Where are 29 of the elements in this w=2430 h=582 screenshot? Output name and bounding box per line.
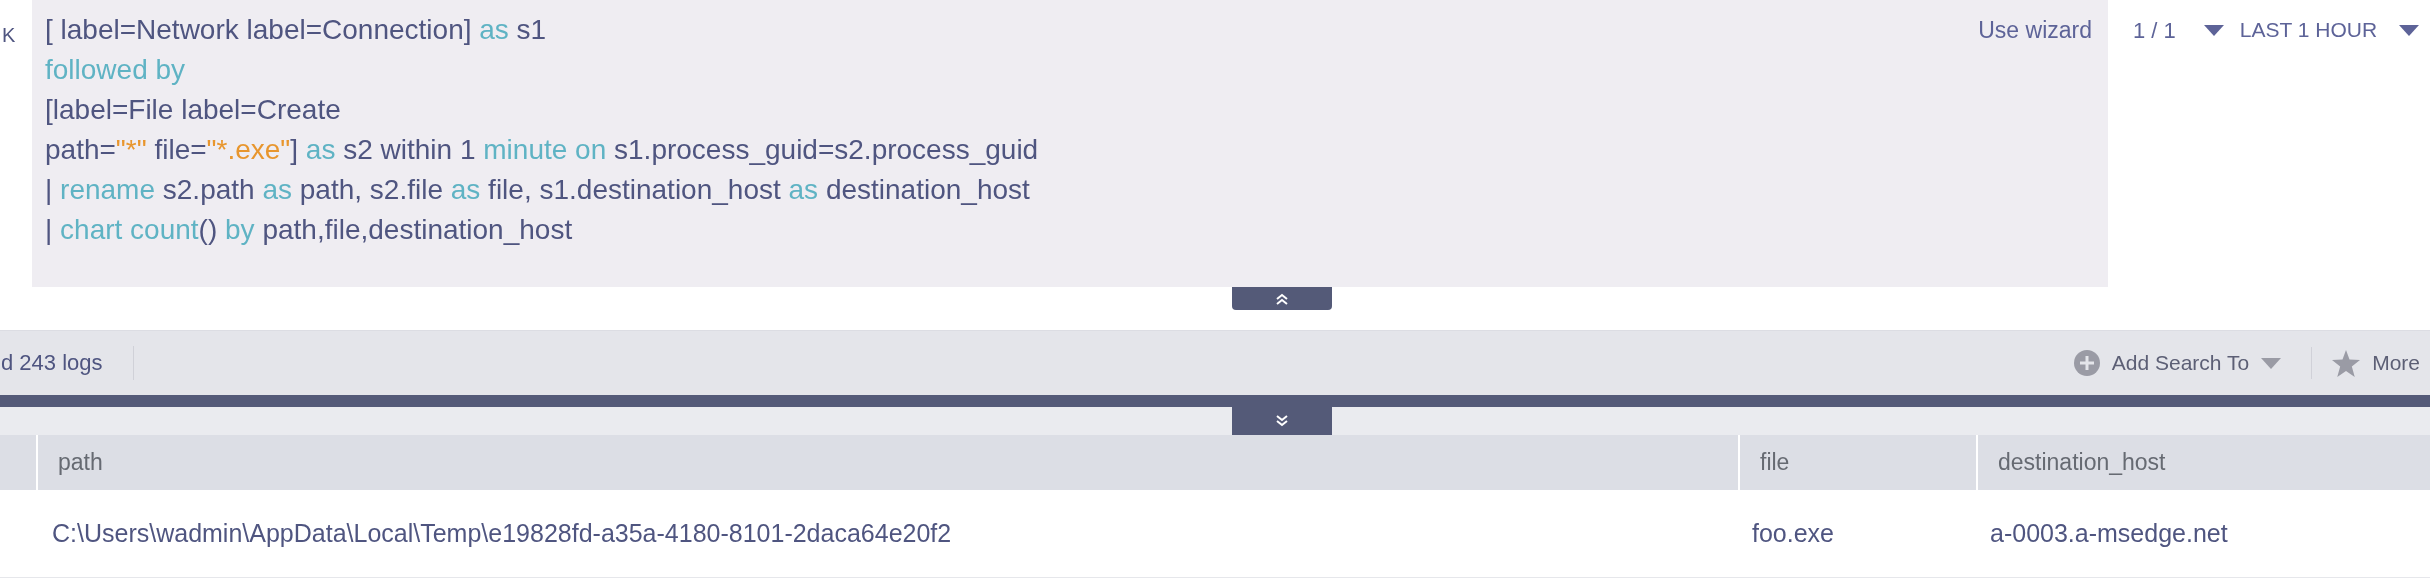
- column-header[interactable]: path: [38, 435, 1740, 490]
- query-line: [label=File label=Create: [45, 93, 341, 127]
- expand-button[interactable]: [1232, 407, 1332, 435]
- table-cell-text: C:\Users\wadmin\AppData\Local\Temp\e19828fd-a35a-4180-8101-2daca64e20f2: [52, 517, 952, 549]
- query-line: | rename s2.path as path, s2.file as file, s1.destination_host as destination_host: [45, 173, 1030, 207]
- query-line: followed by: [45, 53, 186, 87]
- time-range-dropdown[interactable]: LAST 1 HOUR: [2239, 10, 2420, 50]
- query-line: | chart count() by path,file,destination_host: [45, 213, 573, 247]
- plus-circle-icon: [2073, 350, 2100, 376]
- table-cell-text: a-0003.a-msedge.net: [1990, 517, 2228, 549]
- chevrons-up-icon: [1275, 292, 1289, 305]
- column-header[interactable]: destination_host: [1978, 435, 2430, 490]
- pager-dropdown[interactable]: 1 / 1: [2133, 10, 2224, 50]
- cut-off-text: K: [1, 23, 17, 48]
- caret-icon: [2261, 357, 2282, 369]
- query-line: path="*" file="*.exe"] as s2 within 1 minute on s1.process_guid=s2.process_guid: [45, 133, 1039, 167]
- query-editor[interactable]: [32, 0, 2108, 287]
- query-line: [ label=Network label=Connection] as s1: [45, 13, 547, 47]
- caret-icon: [2203, 24, 2224, 36]
- more-button[interactable]: More: [2312, 347, 2430, 379]
- chevrons-down-icon: [1275, 415, 1289, 427]
- star-icon: [2332, 349, 2361, 377]
- use-wizard-link[interactable]: Use wizard: [1978, 10, 2092, 50]
- caret-icon: [2399, 24, 2420, 36]
- table-cell-text: foo.exe: [1752, 517, 1834, 549]
- collapse-button[interactable]: [1232, 287, 1332, 310]
- log-count: d 243 logs: [0, 346, 134, 380]
- add-search-button[interactable]: Add Search To: [2073, 347, 2313, 379]
- column-header[interactable]: file: [1740, 435, 1978, 490]
